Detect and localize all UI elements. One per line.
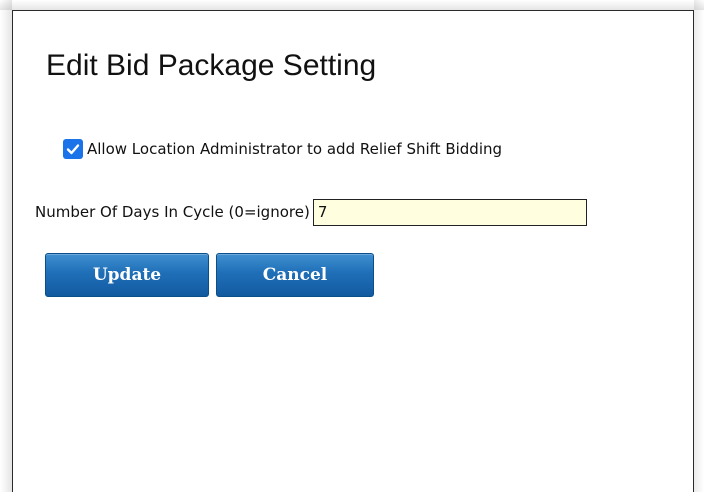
update-button[interactable]: Update [45, 253, 209, 297]
window-frame: Edit Bid Package Setting Allow Location … [0, 0, 704, 492]
frame-shadow-top [0, 0, 704, 10]
days-in-cycle-label: Number Of Days In Cycle (0=ignore) [35, 203, 310, 221]
allow-relief-label[interactable]: Allow Location Administrator to add Reli… [87, 140, 502, 158]
cancel-button[interactable]: Cancel [216, 253, 374, 297]
checkmark-icon [66, 144, 80, 155]
dialog-title: Edit Bid Package Setting [46, 49, 377, 82]
frame-shadow-left [0, 0, 12, 492]
days-in-cycle-row: Number Of Days In Cycle (0=ignore) [35, 198, 587, 226]
edit-bid-package-dialog: Edit Bid Package Setting Allow Location … [12, 10, 694, 492]
frame-shadow-right [694, 0, 704, 492]
days-in-cycle-input[interactable] [312, 198, 587, 226]
allow-relief-row: Allow Location Administrator to add Reli… [63, 137, 502, 161]
allow-relief-checkbox[interactable] [63, 139, 83, 159]
